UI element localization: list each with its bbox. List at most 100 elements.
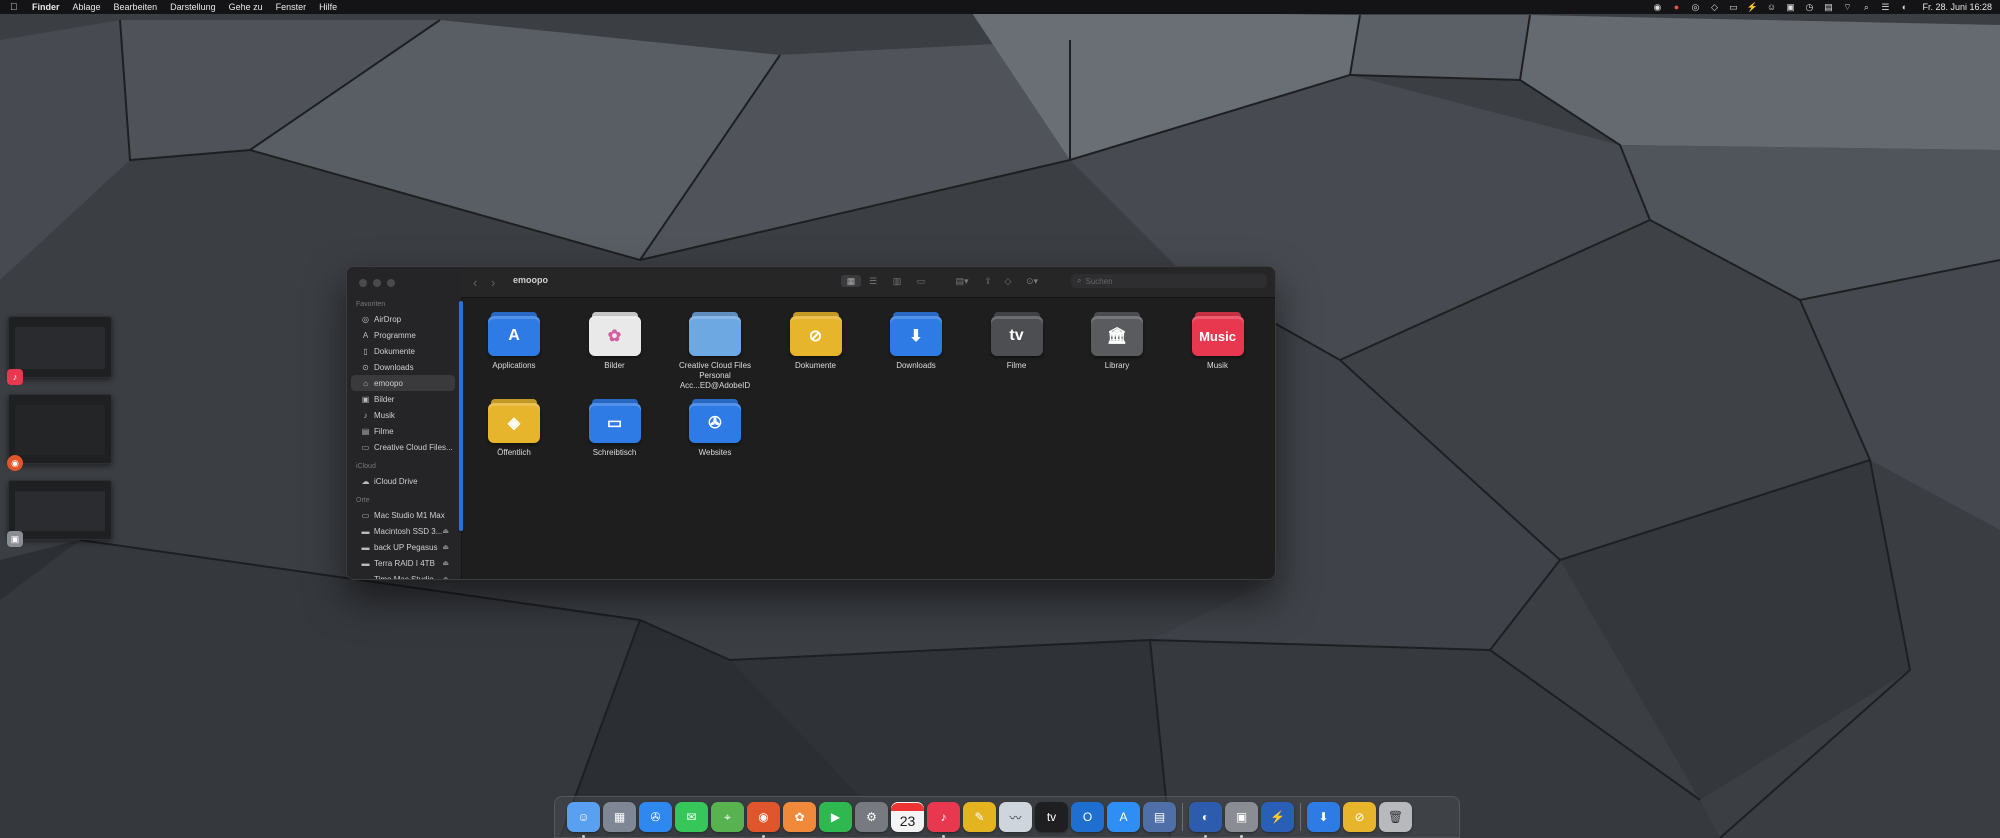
dock-firefox-icon[interactable]: ◉ xyxy=(747,802,780,838)
back-icon[interactable]: ‹ xyxy=(473,275,477,290)
dock-safari-icon[interactable]: ✇ xyxy=(639,802,672,832)
library-folder[interactable]: 🏛 Library xyxy=(1067,312,1167,371)
dock-trash-icon[interactable]: 🗑 xyxy=(1379,802,1412,832)
downloads-folder[interactable]: ⬇ Downloads xyxy=(866,312,966,371)
zoom-button[interactable] xyxy=(387,279,395,287)
sidebar-item-filme[interactable]: ▤ Filme xyxy=(351,423,455,439)
more-actions-icon[interactable]: ⊙▾ xyxy=(1021,275,1043,287)
control-center-icon[interactable]: ☰ xyxy=(1880,2,1890,12)
dock-maps-icon[interactable]: ⌖ xyxy=(711,802,744,832)
sidebar-item-back-up-pegasus[interactable]: ▬ back UP Pegasus ⏏ xyxy=(351,539,455,555)
dock-documents-stack-icon[interactable]: ⊘ xyxy=(1343,802,1376,832)
wifi-icon[interactable]: ⌔ xyxy=(1842,2,1852,12)
share-icon[interactable]: ⇪ xyxy=(981,275,995,287)
eject-icon[interactable]: ⏏ xyxy=(442,543,449,551)
applications-folder[interactable]: A Applications xyxy=(464,312,564,371)
dock-messages-icon[interactable]: ✉ xyxy=(675,802,708,832)
dock-calendar-icon[interactable]: 23 xyxy=(891,802,924,832)
music-folder[interactable]: Music Musik xyxy=(1168,312,1268,371)
dock-glyph: ▤ xyxy=(1153,810,1166,824)
dock-keynote-grid-icon[interactable]: ▤ xyxy=(1143,802,1176,832)
folder-label-line1: Musik xyxy=(1207,361,1228,370)
menu-fenster[interactable]: Fenster xyxy=(276,2,307,12)
close-button[interactable] xyxy=(359,279,367,287)
creative-cloud-icon[interactable]: ◉ xyxy=(1652,2,1662,12)
sidebar-item-downloads[interactable]: ⊙ Downloads xyxy=(351,359,455,375)
siri-icon[interactable]: ◐ xyxy=(1899,2,1909,12)
eject-icon[interactable]: ⏏ xyxy=(442,527,449,535)
record-icon[interactable]: ● xyxy=(1671,2,1681,12)
menu-darstellung[interactable]: Darstellung xyxy=(170,2,216,12)
sidebar-item-terra-raid-i-4tb[interactable]: ▬ Terra RAID I 4TB ⏏ xyxy=(351,555,455,571)
stage-thumb-preview[interactable]: ▣ xyxy=(7,480,112,547)
dock-downloads-stack-icon[interactable]: ⬇ xyxy=(1307,802,1340,832)
icon-view-icon[interactable]: ▦ xyxy=(841,275,861,287)
dock-activity-monitor-icon[interactable]: 〰 xyxy=(999,802,1032,832)
sidebar-item-creative-cloud-files[interactable]: ▭ Creative Cloud Files... xyxy=(351,439,455,455)
sidebar-item-time-mac-studio[interactable]: ▬ Time Mac Studio ⏏ xyxy=(351,571,455,580)
calendar-icon[interactable]: ▤ xyxy=(1823,2,1833,12)
stage-thumb-firefox[interactable]: ◉ xyxy=(7,394,112,471)
menu-ablage[interactable]: Ablage xyxy=(73,2,101,12)
lock-icon[interactable]: ▣ xyxy=(1785,2,1795,12)
documents-folder[interactable]: ⊘ Dokumente xyxy=(766,312,866,371)
broadcast-icon[interactable]: ◎ xyxy=(1690,2,1700,12)
group-icon[interactable]: ▤▾ xyxy=(951,275,973,287)
apple-icon[interactable]:  xyxy=(10,2,20,13)
forward-icon[interactable]: › xyxy=(491,275,495,290)
sidebar-item-airdrop[interactable]: ◎ AirDrop xyxy=(351,311,455,327)
user-icon[interactable]: ☺ xyxy=(1766,2,1776,12)
sidebar-item-bilder[interactable]: ▣ Bilder xyxy=(351,391,455,407)
sidebar-item-mac-studio-m1-max[interactable]: ▭ Mac Studio M1 Max xyxy=(351,507,455,523)
dock-app-store-icon[interactable]: A xyxy=(1107,802,1140,832)
eject-icon[interactable]: ⏏ xyxy=(442,575,449,579)
dock-apple-tv-icon[interactable]: tv xyxy=(1035,802,1068,832)
sidebar-item-emoopo[interactable]: ⌂ emoopo xyxy=(351,375,455,391)
sidebar-item-musik[interactable]: ♪ Musik xyxy=(351,407,455,423)
list-view-icon[interactable]: ☰ xyxy=(865,275,881,287)
dock-finder-icon[interactable]: ☺ xyxy=(567,802,600,838)
sidebar-item-label: emoopo xyxy=(374,378,403,388)
public-folder[interactable]: ◈ Öffentlich xyxy=(464,399,564,458)
music-app-icon: ♪ xyxy=(7,369,23,385)
desktop-folder[interactable]: ▭ Schreibtisch xyxy=(565,399,665,458)
pictures-folder[interactable]: ✿ Bilder xyxy=(565,312,665,371)
dock-outlook-icon[interactable]: O xyxy=(1071,802,1104,832)
folder-glyph: ⊘ xyxy=(808,328,823,345)
bolt-icon[interactable]: ⚡ xyxy=(1747,2,1758,12)
dock-final-draft-icon[interactable]: ✎ xyxy=(963,802,996,832)
dock-launchpad-icon[interactable]: ▦ xyxy=(603,802,636,832)
websites-folder[interactable]: ✇ Websites xyxy=(665,399,765,458)
search-icon[interactable]: ⌕ xyxy=(1861,2,1871,12)
menu-clock[interactable]: Fr. 28. Juni 16:28 xyxy=(1922,2,1992,12)
search-field[interactable]: ⌕ Suchen xyxy=(1071,274,1267,288)
movies-folder[interactable]: tv Filme xyxy=(967,312,1067,371)
sidebar-item-dokumente[interactable]: ▯ Dokumente xyxy=(351,343,455,359)
eject-icon[interactable]: ⏏ xyxy=(442,559,449,567)
menu-finder[interactable]: Finder xyxy=(32,2,60,12)
dock-facetime-icon[interactable]: ▶ xyxy=(819,802,852,832)
menu-hilfe[interactable]: Hilfe xyxy=(319,2,337,12)
menu-bearbeiten[interactable]: Bearbeiten xyxy=(114,2,158,12)
creative-cloud-folder[interactable]: Creative Cloud Files Personal Acc...ED@Ad… xyxy=(665,312,765,391)
diamond-icon[interactable]: ◇ xyxy=(1709,2,1719,12)
menu-gehe-zu[interactable]: Gehe zu xyxy=(229,2,263,12)
dock-photos-icon[interactable]: ✿ xyxy=(783,802,816,832)
column-view-icon[interactable]: ▥ xyxy=(889,275,905,287)
sidebar-item-macintosh-ssd-3[interactable]: ▬ Macintosh SSD 3... ⏏ xyxy=(351,523,455,539)
sidebar-item-programme[interactable]: A Programme xyxy=(351,327,455,343)
display-icon[interactable]: ▭ xyxy=(1728,2,1738,12)
dock-preview-icon[interactable]: ◐ xyxy=(1189,802,1222,838)
dock-music-icon[interactable]: ♪ xyxy=(927,802,960,838)
dock-image-capture-icon[interactable]: ▣ xyxy=(1225,802,1258,838)
gallery-view-icon[interactable]: ▭ xyxy=(913,275,929,287)
dock-bolt-app-icon[interactable]: ⚡ xyxy=(1261,802,1294,832)
tag-icon[interactable]: ◇ xyxy=(1001,275,1015,287)
dock-glyph: O xyxy=(1082,810,1093,824)
minimize-button[interactable] xyxy=(373,279,381,287)
sidebar-section-locations: Orte xyxy=(356,497,370,504)
dock-system-settings-icon[interactable]: ⚙ xyxy=(855,802,888,832)
stage-thumb-music[interactable]: ♪ xyxy=(7,316,112,385)
sidebar-item-icloud-drive[interactable]: ☁ iCloud Drive xyxy=(351,473,455,489)
history-icon[interactable]: ◷ xyxy=(1804,2,1814,12)
